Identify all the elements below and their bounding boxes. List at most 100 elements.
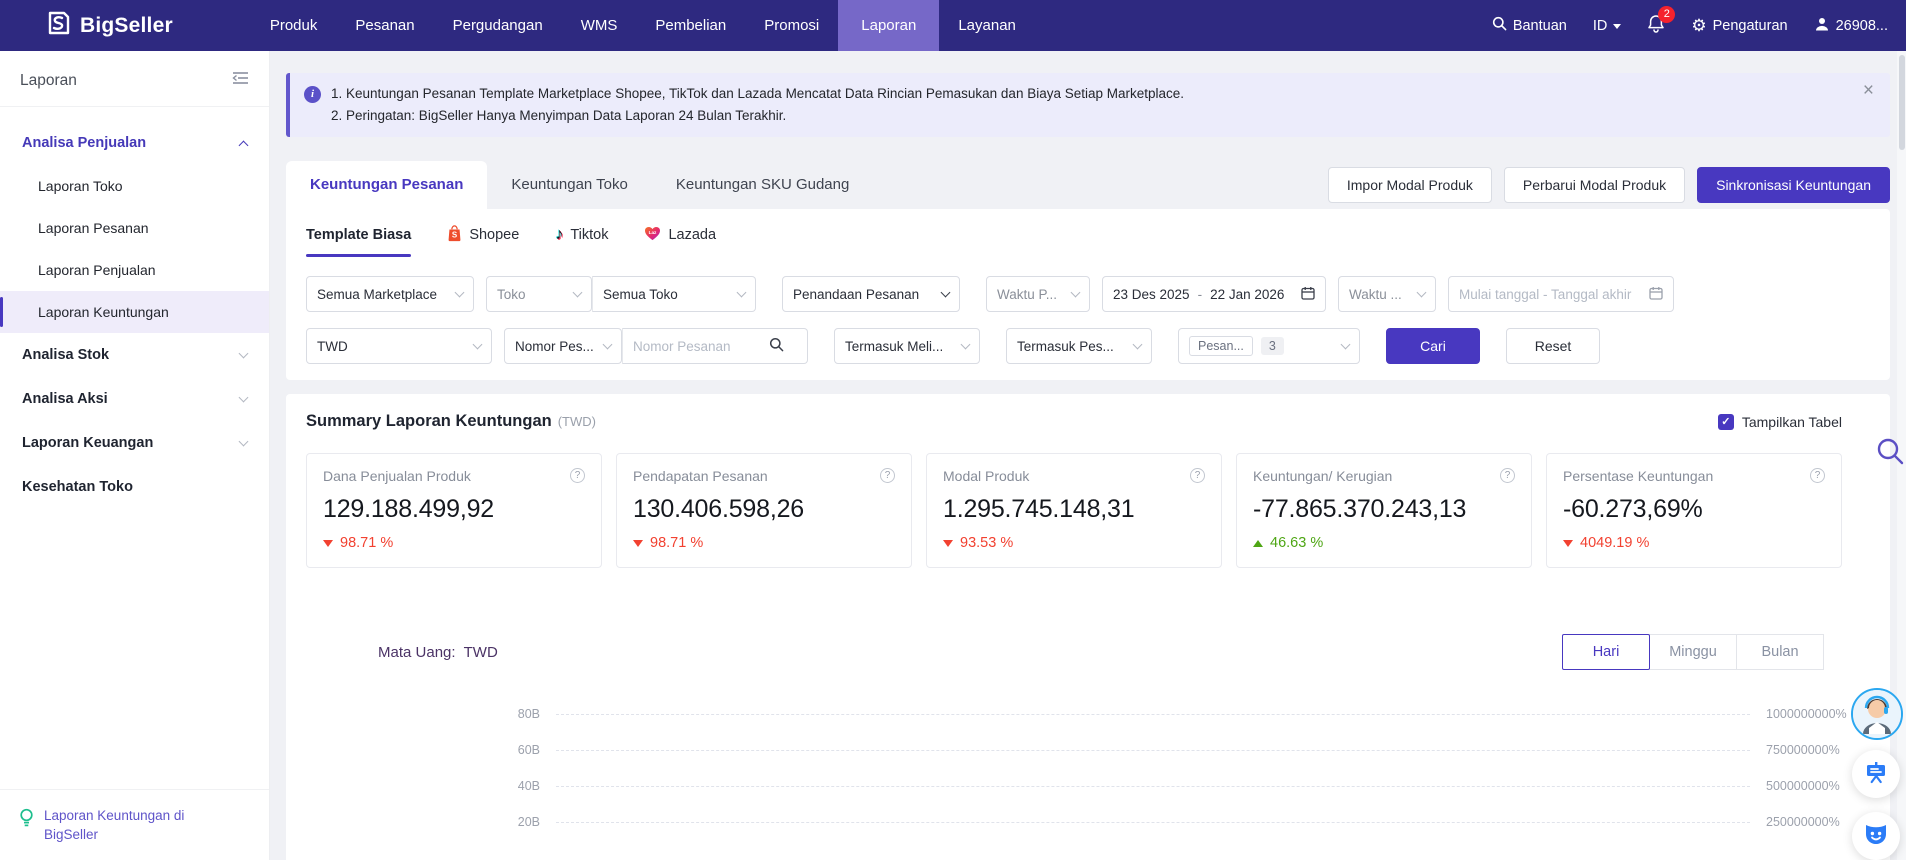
card-delta: 98.71 % xyxy=(340,535,393,551)
nav-item-wms[interactable]: WMS xyxy=(562,0,637,51)
sidebar-group-analisa-stok[interactable]: Analisa Stok xyxy=(0,333,269,377)
help-circle-icon[interactable]: ? xyxy=(880,468,895,483)
subtab-tiktok[interactable]: ♪ Tiktok xyxy=(555,227,608,257)
footer-help-link[interactable]: Laporan Keuntungan di BigSeller xyxy=(44,806,204,844)
date-range-picker[interactable]: 23 Des 2025 - 22 Jan 2026 xyxy=(1102,276,1326,312)
top-navbar: BigSeller Produk Pesanan Pergudangan WMS… xyxy=(0,0,1906,51)
triangle-down-icon xyxy=(943,540,953,547)
help-circle-icon[interactable]: ? xyxy=(1190,468,1205,483)
sidebar-item-laporan-penjualan[interactable]: Laporan Penjualan xyxy=(0,249,269,291)
nav-item-pergudangan[interactable]: Pergudangan xyxy=(434,0,562,51)
close-icon[interactable]: × xyxy=(1863,81,1874,100)
nav-item-laporan[interactable]: Laporan xyxy=(838,0,939,51)
period-hari-button[interactable]: Hari xyxy=(1562,634,1650,670)
checkbox-checked-icon[interactable]: ✓ xyxy=(1718,414,1734,430)
subtab-shopee[interactable]: S Shopee xyxy=(447,224,519,260)
sidebar-group-kesehatan-toko[interactable]: Kesehatan Toko xyxy=(0,465,269,509)
nomor-pesanan-input[interactable] xyxy=(633,339,761,354)
show-table-checkbox[interactable]: ✓ Tampilkan Tabel xyxy=(1718,414,1842,430)
sinkronisasi-keuntungan-button[interactable]: Sinkronisasi Keuntungan xyxy=(1697,167,1890,203)
sidebar-group-laporan-keuangan[interactable]: Laporan Keuangan xyxy=(0,421,269,465)
brand[interactable]: BigSeller xyxy=(46,9,173,42)
help-button[interactable]: Bantuan xyxy=(1492,16,1567,35)
reset-button[interactable]: Reset xyxy=(1506,328,1600,364)
date-end: 22 Jan 2026 xyxy=(1210,287,1284,302)
period-minggu-button[interactable]: Minggu xyxy=(1649,634,1737,670)
chevron-down-icon xyxy=(961,339,971,349)
help-circle-icon[interactable]: ? xyxy=(1500,468,1515,483)
termasuk-pes-select[interactable]: Termasuk Pes... xyxy=(1006,328,1152,364)
penandaan-pesanan-select[interactable]: Penandaan Pesanan xyxy=(782,276,960,312)
brand-name: BigSeller xyxy=(80,14,173,38)
chevron-down-icon xyxy=(239,348,249,358)
termasuk-meli-select[interactable]: Termasuk Meli... xyxy=(834,328,980,364)
waktu-select[interactable]: Waktu ... xyxy=(1338,276,1436,312)
tiktok-icon: ♪ xyxy=(555,227,563,243)
chevron-up-icon xyxy=(239,140,249,150)
help-circle-icon[interactable]: ? xyxy=(1810,468,1825,483)
tab-keuntungan-pesanan[interactable]: Keuntungan Pesanan xyxy=(286,161,487,209)
sidebar-item-laporan-keuntungan[interactable]: Laporan Keuntungan xyxy=(0,291,269,333)
sidebar-item-laporan-pesanan[interactable]: Laporan Pesanan xyxy=(0,207,269,249)
summary-panel: Summary Laporan Keuntungan (TWD) ✓ Tampi… xyxy=(286,394,1890,860)
toko-select[interactable]: Toko xyxy=(486,276,592,312)
card-label: Keuntungan/ Kerugian xyxy=(1253,468,1392,484)
subtab-template-biasa[interactable]: Template Biasa xyxy=(306,227,411,257)
semua-toko-value: Semua Toko xyxy=(603,287,730,302)
user-account-button[interactable]: 26908... xyxy=(1814,16,1888,36)
chevron-down-icon xyxy=(1133,339,1143,349)
chart-currency-value: TWD xyxy=(464,644,498,661)
scrollbar-thumb[interactable] xyxy=(1899,55,1905,150)
notifications-button[interactable]: 2 xyxy=(1647,14,1665,37)
currency-select[interactable]: TWD xyxy=(306,328,492,364)
collapse-sidebar-icon[interactable] xyxy=(232,71,249,90)
subtab-lazada[interactable]: Laz Lazada xyxy=(644,226,716,259)
shopee-icon: S xyxy=(447,224,462,246)
feedback-widget[interactable] xyxy=(1852,812,1900,860)
chevron-down-icon xyxy=(1417,287,1427,297)
sidebar-group-label: Analisa Stok xyxy=(22,347,109,363)
date-start: 23 Des 2025 xyxy=(1113,287,1190,302)
impor-modal-produk-button[interactable]: Impor Modal Produk xyxy=(1328,167,1492,203)
settings-button[interactable]: ⚙ Pengaturan xyxy=(1691,17,1787,34)
nav-item-promosi[interactable]: Promosi xyxy=(745,0,838,51)
chevron-down-icon xyxy=(941,287,951,297)
nav-item-layanan[interactable]: Layanan xyxy=(939,0,1035,51)
nav-item-pembelian[interactable]: Pembelian xyxy=(636,0,745,51)
card-label: Dana Penjualan Produk xyxy=(323,468,471,484)
sidebar-group-analisa-aksi[interactable]: Analisa Aksi xyxy=(0,377,269,421)
cari-button[interactable]: Cari xyxy=(1386,328,1480,364)
template-subtabs: Template Biasa S Shopee ♪ Tiktok Laz Laz… xyxy=(306,209,1870,260)
chevron-down-icon xyxy=(603,339,613,349)
nomor-pesanan-search[interactable] xyxy=(622,328,808,364)
nomor-pesanan-type-select[interactable]: Nomor Pes... xyxy=(504,328,622,364)
language-label: ID xyxy=(1593,18,1608,34)
main-menu: Produk Pesanan Pergudangan WMS Pembelian… xyxy=(251,0,1035,51)
sidebar-item-laporan-toko[interactable]: Laporan Toko xyxy=(0,165,269,207)
triangle-down-icon xyxy=(633,540,643,547)
nav-item-pesanan[interactable]: Pesanan xyxy=(336,0,433,51)
y-axis-tick-left: 60B xyxy=(306,743,556,757)
card-delta: 46.63 % xyxy=(1270,535,1323,551)
nav-item-produk[interactable]: Produk xyxy=(251,0,337,51)
period-bulan-button[interactable]: Bulan xyxy=(1736,634,1824,670)
y-axis-tick-right: 250000000% xyxy=(1750,815,1870,829)
pesanan-multiselect[interactable]: Pesan... 3 xyxy=(1178,328,1360,364)
customer-service-avatar[interactable] xyxy=(1851,688,1903,740)
tab-keuntungan-sku-gudang[interactable]: Keuntungan SKU Gudang xyxy=(652,161,873,209)
language-switcher[interactable]: ID xyxy=(1593,18,1622,34)
floating-search-icon[interactable] xyxy=(1875,436,1905,471)
marketplace-select[interactable]: Semua Marketplace xyxy=(306,276,474,312)
help-circle-icon[interactable]: ? xyxy=(570,468,585,483)
tab-keuntungan-toko[interactable]: Keuntungan Toko xyxy=(487,161,652,209)
search-icon[interactable] xyxy=(769,337,784,355)
card-label: Pendapatan Pesanan xyxy=(633,468,768,484)
announcement-widget[interactable] xyxy=(1852,750,1900,798)
waktu-p-select[interactable]: Waktu P... xyxy=(986,276,1090,312)
sidebar-group-analisa-penjualan[interactable]: Analisa Penjualan xyxy=(0,121,269,165)
custom-date-range-picker[interactable]: Mulai tanggal - Tanggal akhir xyxy=(1448,276,1674,312)
y-axis-tick-left: 40B xyxy=(306,779,556,793)
semua-toko-select[interactable]: Semua Toko xyxy=(592,276,756,312)
card-modal-produk: Modal Produk ? 1.295.745.148,31 93.53 % xyxy=(926,453,1222,568)
perbarui-modal-produk-button[interactable]: Perbarui Modal Produk xyxy=(1504,167,1685,203)
